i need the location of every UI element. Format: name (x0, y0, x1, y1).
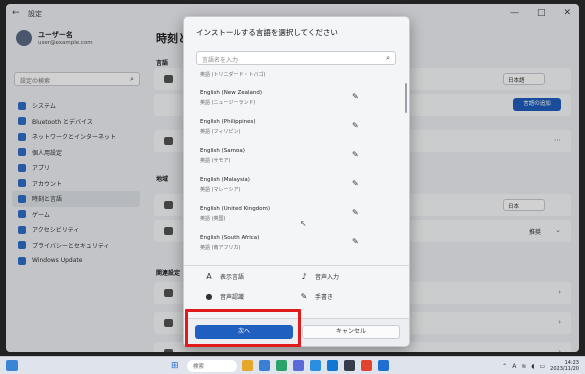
highlight-box (185, 309, 301, 347)
language-search-placeholder: 言語名を入力 (202, 57, 239, 64)
clock-date: 2023/11/20 (550, 366, 579, 372)
language-native-name: 英語 (ニュージーランド) (200, 100, 256, 106)
handwriting-feature-icon: ✎ (352, 237, 359, 246)
feature-display-language: A 表示言語 (204, 269, 299, 283)
language-native-name: 英語 (英国) (200, 216, 226, 222)
feature-label: 表示言語 (220, 273, 245, 281)
divider (184, 265, 409, 266)
list-scrollbar[interactable] (405, 83, 407, 113)
wifi-icon[interactable]: ≋ (521, 363, 526, 370)
handwriting-icon: ✎ (300, 291, 308, 301)
ime-icon[interactable]: A (512, 363, 516, 370)
taskbar: ⊞ 検索 ⌃ A ≋ ◖ ▭ 14:23 2023/11/20 (0, 356, 585, 374)
language-name: English (Philippines) (200, 119, 256, 125)
list-item[interactable]: English (New Zealand) 英語 (ニュージーランド) ✎ (190, 83, 398, 112)
battery-icon[interactable]: ▭ (540, 363, 546, 370)
language-native-name: 英語 (トリニダード・トバゴ) (200, 72, 266, 78)
display-language-icon: A (206, 271, 212, 281)
language-list[interactable]: 英語 (トリニダード・トバゴ) English (New Zealand) 英語… (190, 69, 398, 269)
file-explorer-icon[interactable] (242, 360, 253, 371)
settings-app-icon[interactable] (378, 360, 389, 371)
language-name: English (South Africa) (200, 235, 260, 241)
language-search-input[interactable]: 言語名を入力 ⌕ (196, 51, 396, 65)
search-icon: ⌕ (386, 54, 390, 62)
feature-label: 音声入力 (315, 273, 340, 281)
speech-icon: ♪ (301, 271, 307, 281)
chevron-up-icon[interactable]: ⌃ (502, 363, 507, 370)
language-name: English (Malaysia) (200, 177, 250, 183)
list-item[interactable]: English (Malaysia) 英語 (マレーシア) ✎ (190, 170, 398, 199)
task-view-icon[interactable] (259, 360, 270, 371)
language-native-name: 英語 (南アフリカ) (200, 245, 241, 251)
dialog-title: インストールする言語を選択してください (196, 28, 338, 37)
language-native-name: 英語 (マレーシア) (200, 187, 241, 193)
language-features: A 表示言語 ♪ 音声入力 ● 音声認識 ✎ 手書き (204, 269, 394, 303)
list-item[interactable]: English (Samoa) 英語 (サモア) ✎ (190, 141, 398, 170)
edge-icon[interactable] (276, 360, 287, 371)
store-icon[interactable] (310, 360, 321, 371)
list-item[interactable]: English (South Africa) 英語 (南アフリカ) ✎ (190, 228, 398, 257)
handwriting-feature-icon: ✎ (352, 121, 359, 130)
teams-icon[interactable] (293, 360, 304, 371)
start-icon[interactable]: ⊞ (171, 361, 179, 371)
feature-label: 音声認識 (220, 293, 245, 301)
mouse-cursor-icon: ↖ (300, 219, 307, 228)
office-icon[interactable] (361, 360, 372, 371)
handwriting-feature-icon: ✎ (352, 150, 359, 159)
handwriting-feature-icon: ✎ (352, 179, 359, 188)
list-item[interactable]: English (United Kingdom) 英語 (英国) ✎ (190, 199, 398, 228)
taskbar-apps (242, 360, 389, 371)
language-name: English (Samoa) (200, 148, 245, 154)
voice-icon: ● (205, 291, 213, 301)
feature-label: 手書き (315, 293, 334, 301)
handwriting-feature-icon: ✎ (352, 92, 359, 101)
system-tray: ⌃ A ≋ ◖ ▭ 14:23 2023/11/20 (502, 360, 579, 372)
language-native-name: 英語 (サモア) (200, 158, 231, 164)
widgets-icon[interactable] (6, 360, 18, 371)
handwriting-feature-icon: ✎ (352, 208, 359, 217)
taskbar-search-input[interactable]: 検索 (187, 360, 237, 372)
mail-icon[interactable] (327, 360, 338, 371)
list-item[interactable]: 英語 (トリニダード・トバゴ) (190, 69, 398, 83)
feature-speech: ♪ 音声入力 (299, 269, 394, 283)
taskbar-search-placeholder: 検索 (193, 364, 205, 370)
settings-gear-icon[interactable] (344, 360, 355, 371)
volume-icon[interactable]: ◖ (531, 363, 534, 370)
language-name: English (New Zealand) (200, 90, 263, 96)
language-native-name: 英語 (フィリピン) (200, 129, 241, 135)
list-item[interactable]: English (Philippines) 英語 (フィリピン) ✎ (190, 112, 398, 141)
install-language-dialog: インストールする言語を選択してください 言語名を入力 ⌕ 英語 (トリニダード・… (183, 16, 410, 347)
language-name: English (United Kingdom) (200, 206, 271, 212)
clock[interactable]: 14:23 2023/11/20 (550, 360, 579, 372)
feature-voice: ● 音声認識 (204, 289, 299, 303)
cancel-button[interactable]: キャンセル (302, 325, 400, 339)
feature-handwriting: ✎ 手書き (299, 289, 394, 303)
